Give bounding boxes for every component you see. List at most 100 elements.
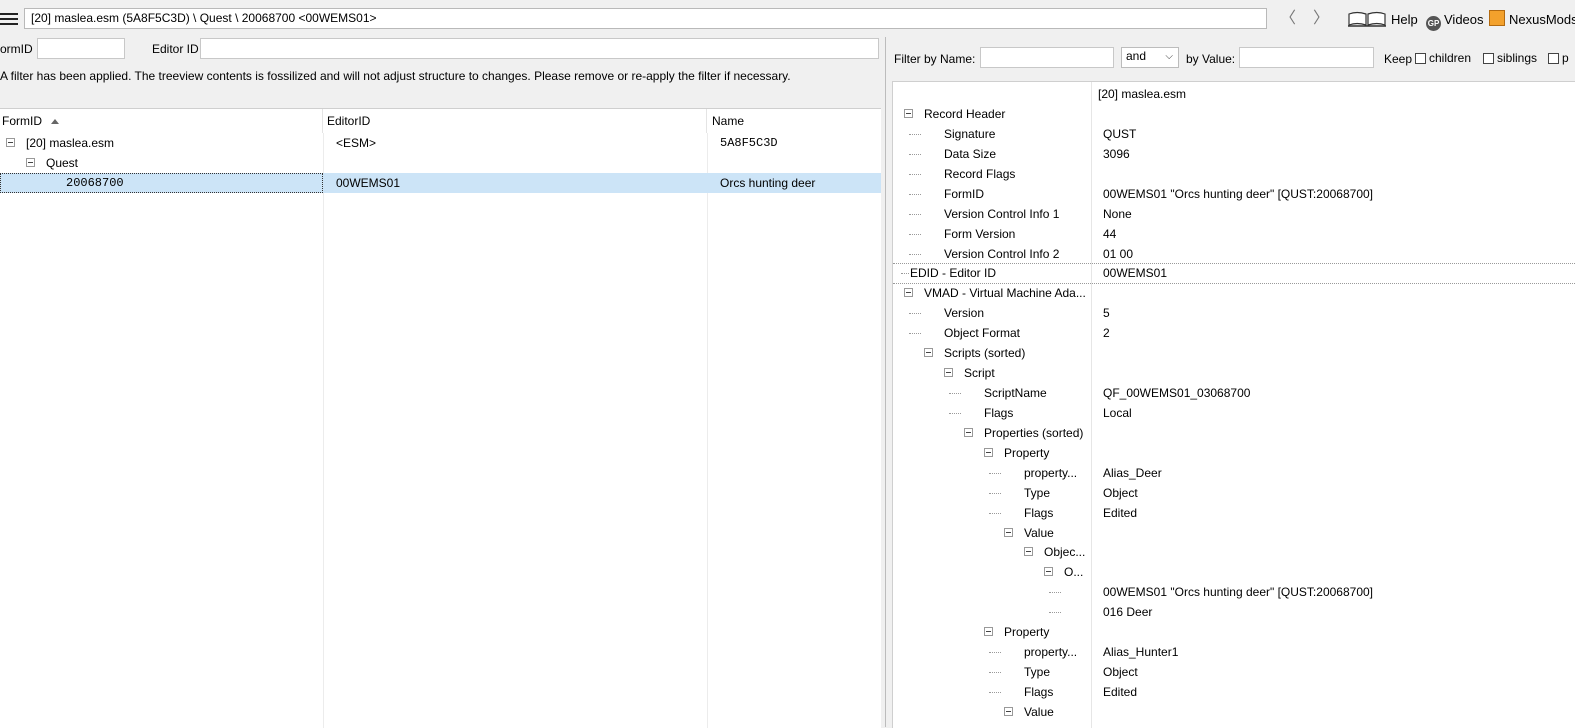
- collapse-toggle-icon[interactable]: [1044, 567, 1053, 576]
- field-value[interactable]: [1103, 423, 1573, 443]
- keep-parents-checkbox[interactable]: p: [1548, 51, 1575, 65]
- record-field-row[interactable]: Signature QUST: [893, 124, 1575, 144]
- record-tree-grid[interactable]: FormID EditorID Name [20] maslea.esm <ES…: [0, 108, 881, 728]
- collapse-toggle-icon[interactable]: [964, 428, 973, 437]
- field-value[interactable]: 2: [1103, 323, 1573, 343]
- field-value[interactable]: [1103, 283, 1573, 303]
- field-value[interactable]: [1103, 104, 1573, 124]
- field-value[interactable]: Edited: [1103, 682, 1573, 702]
- field-value[interactable]: Alias_Hunter1: [1103, 642, 1573, 662]
- field-value[interactable]: [1103, 562, 1573, 582]
- field-value[interactable]: 00WEMS01: [1103, 263, 1573, 283]
- field-value[interactable]: Object: [1103, 483, 1573, 503]
- field-value[interactable]: QF_00WEMS01_03068700: [1103, 383, 1573, 403]
- record-path-field[interactable]: [20] maslea.esm (5A8F5C3D) \ Quest \ 200…: [24, 8, 1267, 29]
- record-field-row[interactable]: Scripts (sorted): [893, 343, 1575, 363]
- help-link[interactable]: Help: [1347, 10, 1418, 30]
- record-field-row[interactable]: Flags Local: [893, 403, 1575, 423]
- record-field-row[interactable]: Record Header: [893, 104, 1575, 124]
- field-value[interactable]: [1103, 363, 1573, 383]
- field-value[interactable]: [1103, 443, 1573, 463]
- record-field-row[interactable]: VMAD - Virtual Machine Ada...: [893, 283, 1575, 303]
- videos-link[interactable]: GP Videos: [1426, 10, 1484, 31]
- record-field-row[interactable]: Object Format 2: [893, 323, 1575, 343]
- record-field-row[interactable]: Property: [893, 622, 1575, 642]
- collapse-toggle-icon[interactable]: [1024, 547, 1033, 556]
- record-field-row[interactable]: 016 Deer: [893, 602, 1575, 622]
- tree-connector: [909, 313, 921, 314]
- record-field-row[interactable]: Property: [893, 443, 1575, 463]
- field-value[interactable]: 00WEMS01 "Orcs hunting deer" [QUST:20068…: [1103, 582, 1573, 602]
- record-field-row[interactable]: Flags Edited: [893, 682, 1575, 702]
- record-field-row[interactable]: Script: [893, 363, 1575, 383]
- collapse-toggle-icon[interactable]: [26, 158, 35, 167]
- collapse-toggle-icon[interactable]: [984, 627, 993, 636]
- column-header-name[interactable]: Name: [710, 109, 881, 133]
- tree-connector: [909, 254, 921, 255]
- record-field-row[interactable]: property... Alias_Hunter1: [893, 642, 1575, 662]
- tree-row-selected[interactable]: 20068700 00WEMS01 Orcs hunting deer: [0, 173, 881, 193]
- field-value[interactable]: QUST: [1103, 124, 1573, 144]
- tree-connector: [989, 513, 1001, 514]
- record-field-row[interactable]: Objec...: [893, 542, 1575, 562]
- field-value[interactable]: 01 00: [1103, 244, 1573, 264]
- record-field-row[interactable]: Version Control Info 1 None: [893, 204, 1575, 224]
- collapse-toggle-icon[interactable]: [944, 368, 953, 377]
- collapse-toggle-icon[interactable]: [924, 348, 933, 357]
- record-field-row[interactable]: 00WEMS01 "Orcs hunting deer" [QUST:20068…: [893, 582, 1575, 602]
- column-header-formid[interactable]: FormID: [0, 109, 323, 133]
- field-value[interactable]: 016 Deer: [1103, 602, 1573, 622]
- record-field-row[interactable]: Data Size 3096: [893, 144, 1575, 164]
- formid-filter-input[interactable]: [37, 38, 125, 59]
- field-value[interactable]: [1103, 164, 1573, 184]
- field-value[interactable]: 00WEMS01 "Orcs hunting deer" [QUST:20068…: [1103, 184, 1573, 204]
- forward-button[interactable]: 〉: [1311, 10, 1331, 28]
- record-field-row[interactable]: FormID 00WEMS01 "Orcs hunting deer" [QUST…: [893, 184, 1575, 204]
- field-value[interactable]: Alias_Deer: [1103, 463, 1573, 483]
- record-field-row[interactable]: Version 5: [893, 303, 1575, 323]
- record-field-row[interactable]: EDID - Editor ID 00WEMS01: [893, 263, 1575, 283]
- field-value[interactable]: [1103, 523, 1573, 543]
- back-button[interactable]: 〈: [1278, 10, 1298, 28]
- collapse-toggle-icon[interactable]: [904, 288, 913, 297]
- editorid-filter-input[interactable]: [200, 38, 879, 59]
- record-field-row[interactable]: Value: [893, 702, 1575, 722]
- menu-icon[interactable]: [0, 10, 18, 26]
- field-value[interactable]: [1103, 343, 1573, 363]
- collapse-toggle-icon[interactable]: [1004, 707, 1013, 716]
- field-value[interactable]: [1103, 542, 1573, 562]
- field-value[interactable]: [1103, 622, 1573, 642]
- record-field-row[interactable]: Properties (sorted): [893, 423, 1575, 443]
- record-field-row[interactable]: Type Object: [893, 483, 1575, 503]
- record-field-row[interactable]: Version Control Info 2 01 00: [893, 244, 1575, 264]
- collapse-toggle-icon[interactable]: [984, 448, 993, 457]
- collapse-toggle-icon[interactable]: [1004, 528, 1013, 537]
- filter-operator-select[interactable]: and ⌵: [1121, 47, 1179, 68]
- nexusmods-link[interactable]: NexusMods: [1489, 10, 1575, 30]
- field-value[interactable]: Edited: [1103, 503, 1573, 523]
- field-value[interactable]: 44: [1103, 224, 1573, 244]
- field-value[interactable]: Local: [1103, 403, 1573, 423]
- field-value[interactable]: [1103, 702, 1573, 722]
- record-field-row[interactable]: ScriptName QF_00WEMS01_03068700: [893, 383, 1575, 403]
- keep-children-checkbox[interactable]: children: [1415, 51, 1471, 65]
- collapse-toggle-icon[interactable]: [904, 109, 913, 118]
- record-field-row[interactable]: property... Alias_Deer: [893, 463, 1575, 483]
- field-value[interactable]: 5: [1103, 303, 1573, 323]
- filter-by-name-input[interactable]: [980, 47, 1114, 68]
- collapse-toggle-icon[interactable]: [6, 138, 15, 147]
- field-value[interactable]: None: [1103, 204, 1573, 224]
- field-value[interactable]: Object: [1103, 662, 1573, 682]
- filter-by-value-input[interactable]: [1239, 47, 1374, 68]
- record-field-row[interactable]: Type Object: [893, 662, 1575, 682]
- record-field-row[interactable]: Form Version 44: [893, 224, 1575, 244]
- column-header-editorid[interactable]: EditorID: [325, 109, 707, 133]
- record-field-row[interactable]: Value: [893, 523, 1575, 543]
- tree-row[interactable]: [20] maslea.esm <ESM> 5A8F5C3D: [0, 133, 881, 153]
- field-value[interactable]: 3096: [1103, 144, 1573, 164]
- keep-siblings-checkbox[interactable]: siblings: [1483, 51, 1537, 65]
- record-field-row[interactable]: Record Flags: [893, 164, 1575, 184]
- record-field-row[interactable]: Flags Edited: [893, 503, 1575, 523]
- tree-row[interactable]: Quest: [0, 153, 881, 173]
- record-field-row[interactable]: O...: [893, 562, 1575, 582]
